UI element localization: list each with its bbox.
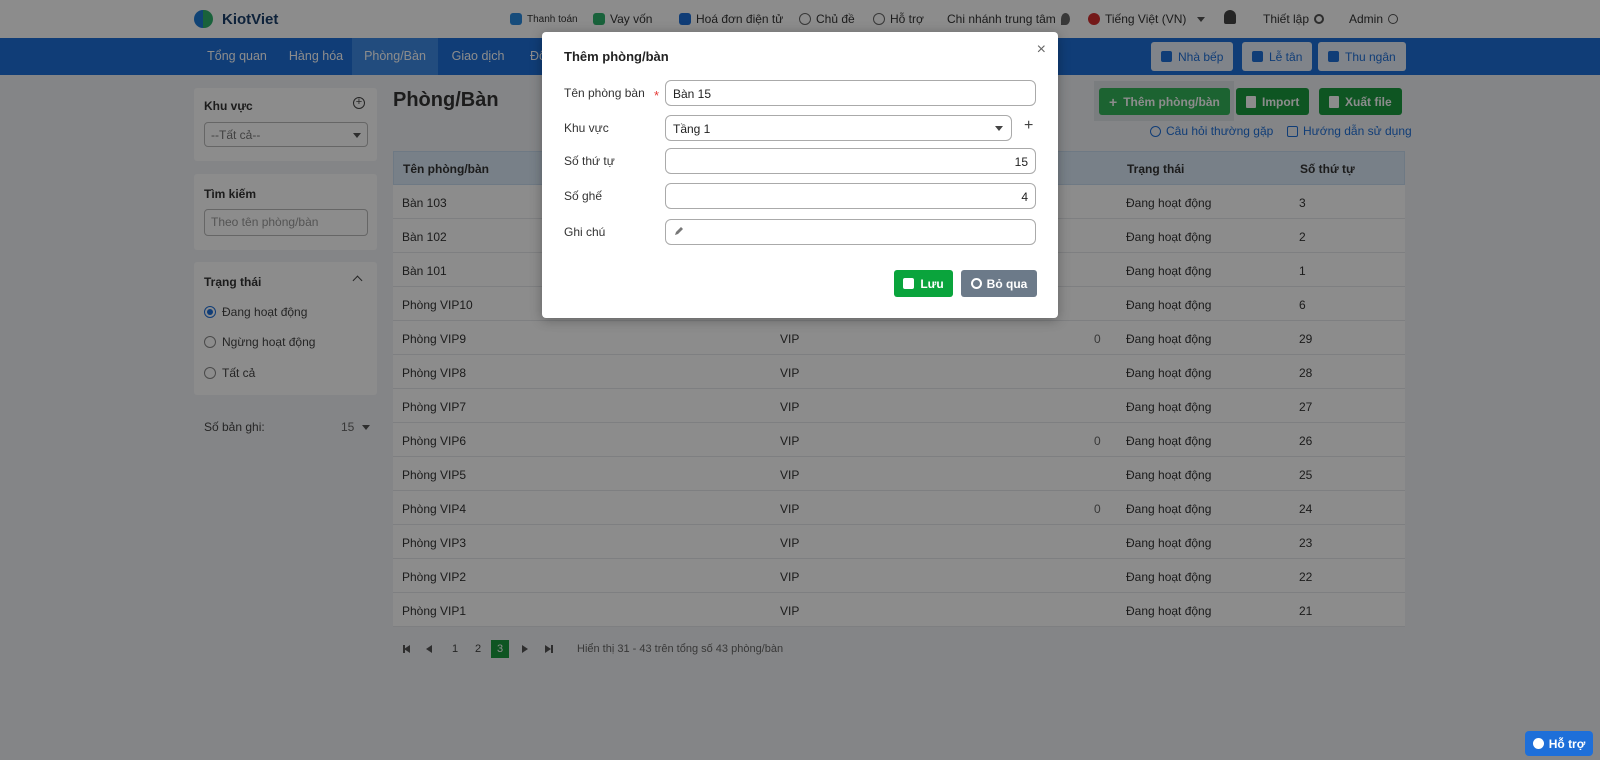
area-label: Khu vực — [564, 121, 609, 135]
note-label: Ghi chú — [564, 225, 606, 239]
add-area-plus-icon[interactable]: + — [1024, 117, 1033, 135]
modal-title: Thêm phòng/bàn — [564, 49, 669, 64]
seats-label: Số ghế — [564, 189, 603, 203]
ban-icon — [970, 278, 982, 289]
seats-field-value: 4 — [1021, 190, 1028, 204]
name-field-value: Bàn 15 — [673, 87, 712, 101]
floating-help-label: Hỗ trợ — [1548, 736, 1586, 751]
note-field[interactable] — [665, 219, 1036, 245]
required-mark: * — [654, 88, 660, 103]
area-select-field[interactable]: Tầng 1 — [665, 115, 1012, 141]
order-field-value: 15 — [1014, 155, 1028, 169]
floppy-disk-icon — [903, 278, 915, 289]
seats-field[interactable]: 4 — [665, 183, 1036, 209]
save-label: Lưu — [920, 276, 944, 291]
name-field[interactable]: Bàn 15 — [665, 80, 1036, 106]
area-field-value: Tầng 1 — [673, 122, 711, 136]
add-room-modal: Thêm phòng/bàn × Tên phòng bàn * Bàn 15 … — [542, 32, 1058, 318]
order-field[interactable]: 15 — [665, 148, 1036, 174]
close-icon[interactable]: × — [1037, 42, 1046, 58]
order-label: Số thứ tự — [564, 154, 615, 168]
floating-help-button[interactable]: Hỗ trợ — [1525, 731, 1593, 756]
cancel-button[interactable]: Bỏ qua — [961, 270, 1037, 297]
chat-bubble-icon — [1532, 738, 1544, 749]
chevron-down-icon — [995, 126, 1003, 131]
cancel-label: Bỏ qua — [986, 276, 1028, 291]
name-label: Tên phòng bàn — [564, 86, 645, 100]
save-button[interactable]: Lưu — [894, 270, 953, 297]
pencil-icon — [675, 227, 683, 235]
